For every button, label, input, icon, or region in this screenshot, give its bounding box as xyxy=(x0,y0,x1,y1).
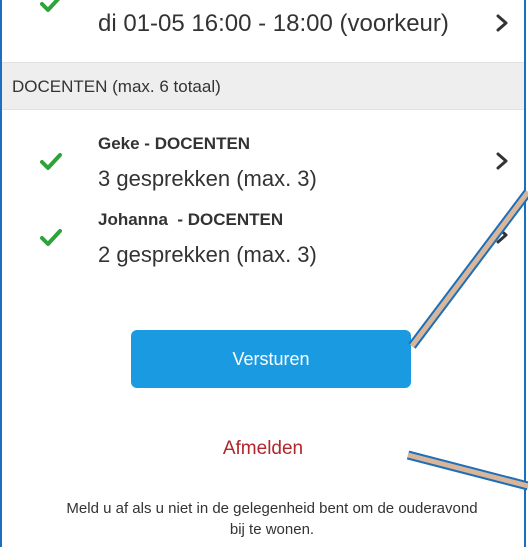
send-button[interactable]: Versturen xyxy=(131,330,411,388)
timeslot-label: di 01-05 16:00 - 18:00 (voorkeur) xyxy=(98,10,449,37)
checkmark-icon xyxy=(40,229,62,246)
logout-link[interactable]: Afmelden xyxy=(2,438,524,460)
logout-help-text: Meld u af als u niet in de gelegenheid b… xyxy=(66,500,478,538)
checkmark-icon xyxy=(40,0,60,12)
chevron-right-icon xyxy=(496,14,508,32)
chevron-right-icon xyxy=(496,226,508,244)
teacher-name: Johanna - DOCENTEN xyxy=(98,210,284,229)
section-title: DOCENTEN (max. 6 totaal) xyxy=(12,77,221,96)
timeslot-row[interactable]: di 01-05 16:00 - 18:00 (voorkeur) xyxy=(2,0,524,62)
teacher-name: Geke - DOCENTEN xyxy=(98,134,251,153)
teacher-count: 2 gesprekken (max. 3) xyxy=(98,242,317,267)
teacher-row-johanna[interactable]: Johanna - DOCENTEN 2 gesprekken (max. 3) xyxy=(2,202,524,282)
section-header-docenten: DOCENTEN (max. 6 totaal) xyxy=(2,62,524,110)
teacher-row-geke[interactable]: Geke - DOCENTEN 3 gesprekken (max. 3) xyxy=(2,122,524,202)
chevron-right-icon xyxy=(496,152,508,170)
app-frame: di 01-05 16:00 - 18:00 (voorkeur) DOCENT… xyxy=(0,0,526,547)
checkmark-icon xyxy=(40,153,62,170)
teacher-count: 3 gesprekken (max. 3) xyxy=(98,166,317,191)
